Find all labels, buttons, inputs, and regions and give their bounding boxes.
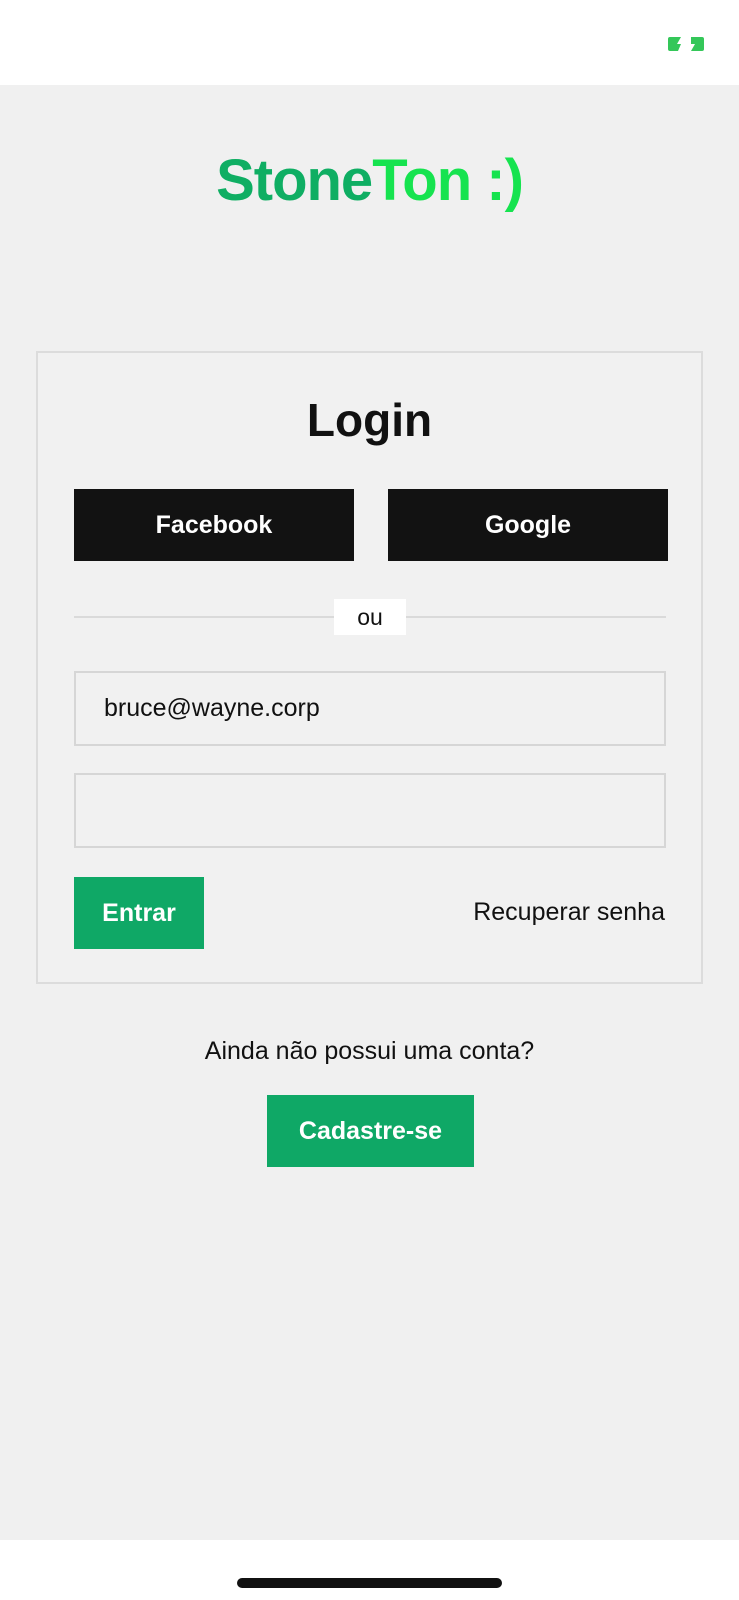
password-field[interactable] [74,773,666,848]
facebook-login-button[interactable]: Facebook [74,489,354,561]
login-card: Login Facebook Google ou Entrar Recupera… [36,351,703,984]
recover-password-link[interactable]: Recuperar senha [473,898,665,927]
logo-stone-text: Stone [216,148,373,213]
home-indicator[interactable] [237,1578,502,1588]
signup-button[interactable]: Cadastre-se [267,1095,474,1167]
battery-charging-icon [668,37,704,51]
no-account-prompt: Ainda não possui uma conta? [204,1037,535,1065]
email-field[interactable] [74,671,666,746]
enter-button[interactable]: Entrar [74,877,204,949]
status-bar [0,0,739,85]
login-title: Login [306,394,433,446]
bottom-bar [0,1540,739,1600]
app-logo: StoneTon :) [0,147,739,214]
logo-ton-text: Ton :) [372,148,524,213]
divider-label: ou [334,599,406,635]
google-login-button[interactable]: Google [388,489,668,561]
